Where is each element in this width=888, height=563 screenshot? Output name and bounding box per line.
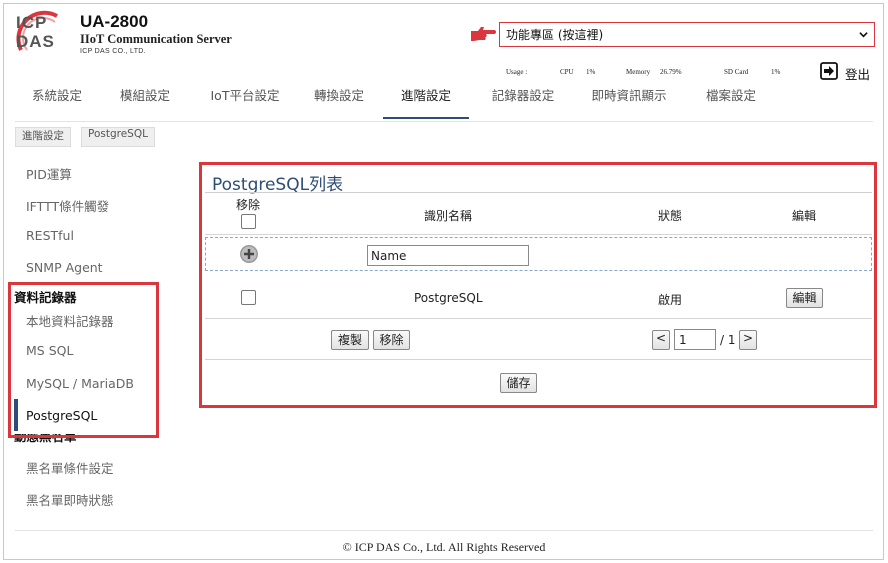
row-divider [205,318,872,319]
company-name: ICP DAS CO., LTD. [80,48,146,55]
sidebar-item-blacklist-rules[interactable]: 黑名單條件設定 [26,458,114,477]
pager-divider [205,359,872,360]
function-area-select-value: 功能專區 (按這裡) [506,28,604,42]
breadcrumb-item-postgresql: PostgreSQL [81,127,155,147]
pointing-hand-icon [471,27,496,41]
sidebar-item-restful[interactable]: RESTful [26,228,74,243]
memory-value: 26.79% [660,68,682,76]
usage-label: Usage : [506,68,528,76]
tab-iot-platform[interactable]: IoT平台設定 [195,85,295,119]
prev-page-button[interactable]: < [652,330,670,350]
column-header-edit: 編輯 [792,209,817,223]
column-header-status: 狀態 [658,209,683,223]
copyright-footer: © ICP DAS Co., Ltd. All Rights Reserved [342,540,546,554]
logout-link[interactable]: 登出 [845,64,870,83]
memory-label: Memory [626,68,651,76]
logo-text-bottom: DAS [16,32,55,51]
next-page-button[interactable]: > [739,330,757,350]
remove-button[interactable]: 移除 [373,330,410,350]
tab-logger-settings[interactable]: 記錄器設定 [475,85,571,119]
function-area-select[interactable]: 功能專區 (按這裡) [499,22,875,47]
page-number-input[interactable] [674,329,716,350]
sidebar-item-pid[interactable]: PID運算 [26,164,72,183]
page-total: / 1 [720,333,736,347]
row-select-checkbox[interactable] [241,290,256,305]
panel-title-divider [205,192,872,193]
row-name: PostgreSQL [414,291,483,305]
logo-text-top: ICP [16,13,48,32]
tab-conversion[interactable]: 轉換設定 [299,85,379,119]
tab-module-settings[interactable]: 模組設定 [103,85,187,119]
tabs-divider [15,121,873,122]
row-status: 啟用 [658,293,683,307]
product-subtitle: IIoT Communication Server [80,32,232,46]
postgresql-panel-highlight [199,162,877,408]
new-name-input[interactable] [367,245,529,266]
breadcrumb-item-advanced[interactable]: 進階設定 [15,127,71,147]
column-header-name: 識別名稱 [424,209,473,223]
tab-advanced-settings[interactable]: 進階設定 [383,85,469,119]
column-header-remove: 移除 [236,198,261,212]
cpu-value: 1% [586,68,596,76]
tab-realtime-info[interactable]: 即時資訊顯示 [577,85,681,119]
new-entry-row [205,237,872,271]
cpu-label: CPU [560,68,574,76]
row-edit-button[interactable]: 編輯 [786,288,823,308]
header-divider [205,234,872,235]
product-title: UA-2800 [80,12,149,31]
logout-icon[interactable] [820,62,838,80]
sidebar-item-snmp[interactable]: SNMP Agent [26,260,103,275]
sdcard-value: 1% [771,68,781,76]
chevron-down-icon [859,32,868,38]
tab-system-settings[interactable]: 系統設定 [15,85,99,119]
copy-button[interactable]: 複製 [331,330,369,350]
select-all-checkbox[interactable] [241,214,256,229]
save-button[interactable]: 儲存 [500,373,537,393]
tab-file-settings[interactable]: 檔案設定 [691,85,771,119]
sdcard-label: SD Card [724,68,749,76]
footer-divider [15,530,873,531]
sidebar-highlight-frame [8,282,159,438]
sidebar-item-ifttt[interactable]: IFTTT條件觸發 [26,196,109,215]
sidebar-item-blacklist-status[interactable]: 黑名單即時狀態 [26,490,114,509]
add-plus-icon[interactable] [239,244,259,264]
